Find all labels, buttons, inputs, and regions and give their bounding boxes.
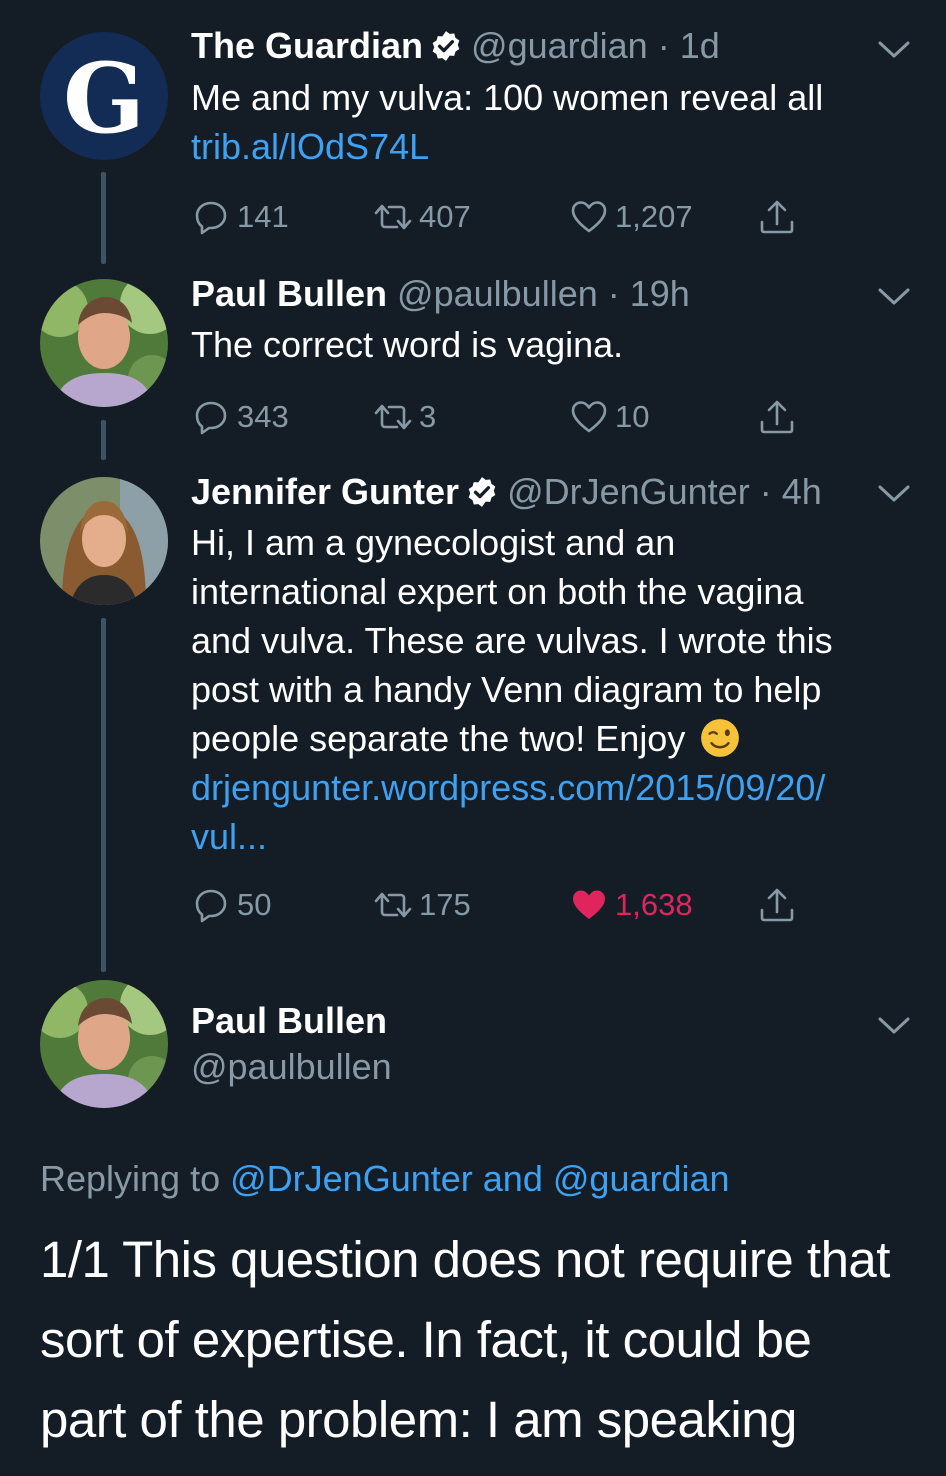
focused-tweet-text: 1/1 This question does not require that … [40,1220,920,1460]
tweet-link[interactable]: vul... [191,812,911,861]
chevron-down-icon[interactable] [876,482,912,506]
tweet-text-line: and vulva. These are vulvas. I wrote thi… [191,620,833,661]
chevron-down-icon[interactable] [876,38,912,62]
like-button[interactable]: 1,638 [569,880,693,930]
reply-button[interactable]: 141 [191,192,289,242]
timestamp[interactable]: · 19h [608,273,690,314]
chevron-down-icon[interactable] [876,285,912,309]
tweet-actions: 141 407 1,207 [191,192,831,242]
retweet-icon [374,204,412,230]
retweet-button[interactable]: 3 [373,392,436,442]
retweet-count: 175 [419,887,471,922]
replying-to-and: and [482,1158,543,1199]
tweet-text-line: Me and my vulva: 100 women reveal all [191,77,824,118]
share-button[interactable] [757,392,803,442]
tweet-text-line: part of the problem: I am speaking [40,1391,797,1448]
handle[interactable]: @guardian [471,25,648,66]
avatar[interactable] [40,980,168,1108]
avatar[interactable] [40,477,168,605]
reply-count: 50 [237,887,272,922]
reply-count: 343 [237,399,289,434]
retweet-count: 407 [419,199,471,234]
retweet-count: 3 [419,399,437,434]
tweet-text: Me and my vulva: 100 women reveal all tr… [191,73,911,171]
verified-badge-icon [432,31,460,61]
thread-line [101,420,106,460]
share-button[interactable] [757,880,803,930]
replying-to: Replying to @DrJenGunter and @guardian [40,1158,730,1200]
like-count: 10 [615,399,650,434]
tweet-header: Jennifer Gunter @DrJenGunter · 4h [191,470,822,514]
tweet-link[interactable]: drjengunter.wordpress.com/2015/09/20/ [191,763,911,812]
tweet-text: Hi, I am a gynecologist and an internati… [191,518,911,861]
share-button[interactable] [757,192,803,242]
heart-icon [571,401,607,433]
tweet-text-line: post with a handy Venn diagram to help [191,669,822,710]
tweet-text-line: 1/1 This question does not require that [40,1231,890,1288]
reply-count: 141 [237,199,289,234]
reply-icon [195,201,227,235]
share-icon [760,888,794,922]
share-icon [760,400,794,434]
retweet-icon [374,404,412,430]
replying-to-mention[interactable]: @guardian [553,1158,730,1199]
tweet-text-line: people separate the two! Enjoy [191,714,911,763]
share-icon [760,200,794,234]
replying-to-prefix: Replying to [40,1158,221,1199]
retweet-icon [374,892,412,918]
reply-icon [195,889,227,923]
focused-tweet-header: Paul Bullen @paulbullen [191,998,392,1090]
tweet-header: Paul Bullen @paulbullen · 19h [191,272,690,316]
avatar[interactable] [40,279,168,407]
avatar[interactable]: G [40,32,168,160]
thread-line [101,172,106,264]
winking-face-emoji-icon [701,719,740,757]
verified-badge-icon [468,477,496,507]
tweet-actions: 50 175 1,638 [191,880,831,930]
handle[interactable]: @DrJenGunter [507,471,750,512]
reply-icon [195,401,227,435]
timestamp[interactable]: · 1d [658,25,720,66]
like-count: 1,207 [615,199,693,234]
display-name[interactable]: Paul Bullen [191,998,392,1044]
tweet-text-line: Hi, I am a gynecologist and an [191,522,676,563]
retweet-button[interactable]: 407 [373,192,471,242]
like-count: 1,638 [615,887,693,922]
like-button[interactable]: 1,207 [569,192,693,242]
display-name[interactable]: The Guardian [191,25,423,66]
heart-filled-icon [573,890,605,919]
tweet-header: The Guardian @guardian · 1d [191,24,720,68]
tweet-text: The correct word is vagina. [191,324,624,365]
tweet-link[interactable]: trib.al/lOdS74L [191,122,911,171]
chevron-down-icon[interactable] [876,1014,912,1038]
handle[interactable]: @paulbullen [191,1044,392,1090]
tweet-text-line: sort of expertise. In fact, it could be [40,1311,812,1368]
display-name[interactable]: Paul Bullen [191,273,387,314]
reply-button[interactable]: 343 [191,392,289,442]
display-name[interactable]: Jennifer Gunter [191,471,459,512]
tweet-text-line: international expert on both the vagina [191,571,804,612]
thread-line [101,618,106,972]
reply-button[interactable]: 50 [191,880,271,930]
timestamp[interactable]: · 4h [760,471,822,512]
heart-icon [571,201,607,233]
guardian-logo-letter: G [63,42,145,155]
like-button[interactable]: 10 [569,392,649,442]
retweet-button[interactable]: 175 [373,880,471,930]
tweet-text-line-words: people separate the two! Enjoy [191,718,686,759]
replying-to-mention[interactable]: @DrJenGunter [230,1158,473,1199]
tweet-actions: 343 3 10 [191,392,831,442]
handle[interactable]: @paulbullen [397,273,598,314]
